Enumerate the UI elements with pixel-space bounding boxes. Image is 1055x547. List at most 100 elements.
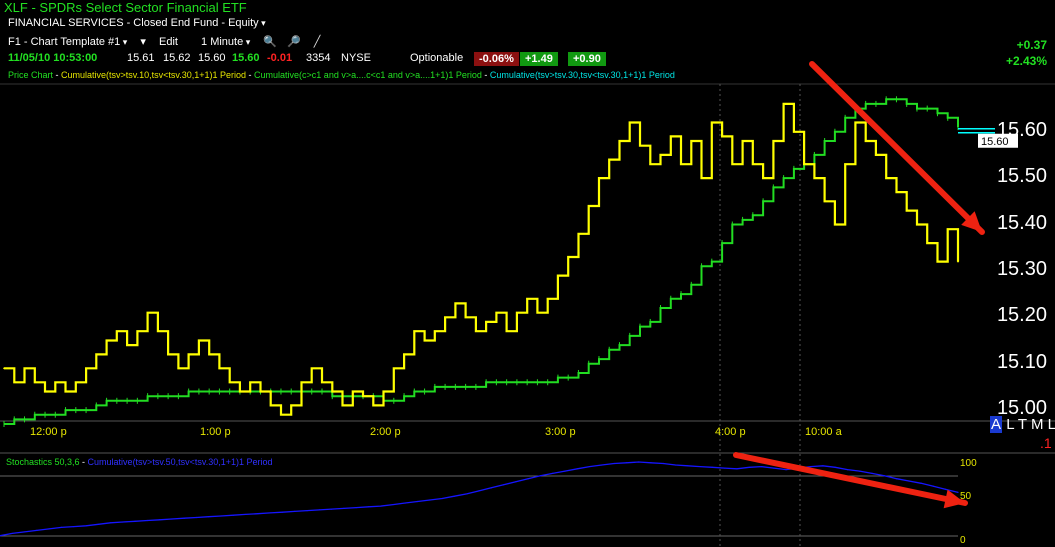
blue-point xyxy=(662,462,664,465)
blue-point xyxy=(343,507,345,509)
yellow-point xyxy=(577,233,580,235)
yellow-point xyxy=(782,103,785,105)
yellow-point xyxy=(310,367,313,370)
blue-point xyxy=(822,465,824,467)
blue-point xyxy=(220,515,222,517)
time-tick-label: 10:00 a xyxy=(805,426,842,438)
yellow-point xyxy=(916,223,918,226)
blue-point xyxy=(171,518,173,520)
yellow-point xyxy=(444,316,446,319)
yellow-point xyxy=(669,135,672,138)
yellow-point xyxy=(136,330,139,333)
price-tick-label: 15.20 xyxy=(996,304,1047,327)
blue-point xyxy=(122,521,124,523)
yellow-point xyxy=(557,274,559,277)
blue-point xyxy=(502,484,505,486)
stoch-tick-label: 50 xyxy=(960,491,972,502)
blue-point xyxy=(23,531,26,533)
yellow-point xyxy=(711,121,713,124)
yellow-point xyxy=(177,367,180,370)
blue-point xyxy=(48,528,50,530)
price-tick-label: 15.10 xyxy=(996,350,1047,373)
blue-point xyxy=(785,469,787,471)
scale-marker: .1 xyxy=(1040,435,1052,451)
blue-point xyxy=(564,470,566,472)
axis-m-button[interactable]: M xyxy=(1031,416,1044,433)
yellow-point xyxy=(75,381,77,384)
yellow-point xyxy=(157,330,159,333)
yellow-point xyxy=(536,311,539,314)
yellow-point xyxy=(587,205,590,207)
blue-point xyxy=(306,510,308,512)
blue-point xyxy=(699,465,701,468)
blue-point xyxy=(294,510,296,512)
yellow-point xyxy=(198,339,200,342)
blue-point xyxy=(957,491,959,493)
blue-point xyxy=(85,525,87,527)
axis-l-button[interactable]: L xyxy=(1006,416,1014,433)
stoch-tick-label: 100 xyxy=(960,458,977,469)
blue-point xyxy=(208,516,210,518)
blue-point xyxy=(871,472,873,474)
yellow-point xyxy=(936,260,939,263)
yellow-point xyxy=(567,256,569,258)
yellow-point xyxy=(351,390,354,393)
blue-point xyxy=(859,470,861,472)
axis-t-button[interactable]: T xyxy=(1018,416,1027,433)
price-tick-label: 15.30 xyxy=(996,257,1047,280)
yellow-point xyxy=(946,228,949,230)
price-tick-label: 15.60 xyxy=(996,118,1047,141)
yellow-point xyxy=(546,297,549,300)
blue-point xyxy=(318,509,320,511)
blue-point xyxy=(109,522,112,524)
yellow-point xyxy=(454,302,457,305)
stoch-name: Stochastics 50,3,6 xyxy=(6,457,80,467)
yellow-point xyxy=(649,163,652,166)
price-tick-label: 15.50 xyxy=(996,165,1047,188)
axis-a-button[interactable]: A xyxy=(990,416,1003,433)
blue-point xyxy=(416,500,419,503)
yellow-point xyxy=(372,404,375,407)
yellow-point xyxy=(321,381,323,384)
yellow-point xyxy=(628,121,631,124)
yellow-point xyxy=(854,121,857,124)
blue-point xyxy=(724,467,726,469)
yellow-point xyxy=(95,353,98,356)
axis-l2-button[interactable]: L xyxy=(1048,416,1055,433)
yellow-point xyxy=(957,260,959,263)
blue-point xyxy=(159,519,161,521)
yellow-point xyxy=(813,177,816,179)
blue-point xyxy=(36,529,38,532)
yellow-point xyxy=(423,339,426,342)
yellow-point xyxy=(218,367,221,370)
yellow-point xyxy=(608,158,611,161)
yellow-point xyxy=(875,154,877,156)
blue-point xyxy=(736,468,738,470)
blue-point xyxy=(908,480,910,482)
time-tick-label: 2:00 p xyxy=(370,426,401,438)
yellow-point xyxy=(803,163,805,166)
yellow-point xyxy=(413,330,416,333)
annotation-arrow-stoch xyxy=(733,452,968,506)
yellow-point xyxy=(280,413,282,416)
yellow-point xyxy=(618,140,621,142)
yellow-point xyxy=(731,163,734,166)
blue-point xyxy=(404,502,406,504)
blue-point xyxy=(183,517,185,519)
yellow-point xyxy=(905,209,908,212)
yellow-point xyxy=(926,242,929,244)
stoch-ind: Cumulative(tsv>tsv.50,tsv<tsv.30,1+1)1 P… xyxy=(87,457,273,467)
yellow-point xyxy=(895,191,898,193)
yellow-point xyxy=(864,140,867,142)
price-tick-label: 15.40 xyxy=(996,211,1047,234)
blue-point xyxy=(846,469,849,471)
blue-point xyxy=(60,526,63,528)
blue-point xyxy=(257,513,259,515)
yellow-point xyxy=(690,140,693,142)
yellow-point xyxy=(464,316,467,319)
yellow-point xyxy=(659,154,662,156)
yellow-point xyxy=(239,390,241,393)
yellow-point xyxy=(23,367,26,370)
yellow-point xyxy=(249,381,251,384)
yellow-point xyxy=(721,135,723,138)
